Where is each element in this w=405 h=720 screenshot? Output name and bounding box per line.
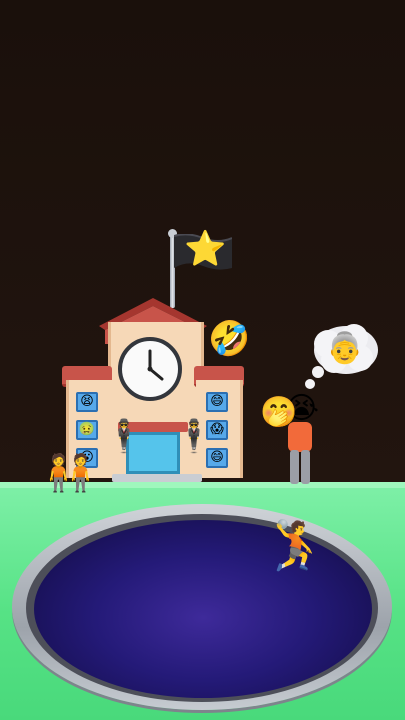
school-step bbox=[112, 474, 202, 482]
laughing-face-icon[interactable]: 🤣 bbox=[208, 322, 250, 356]
old-woman-icon: 👵 bbox=[326, 331, 364, 366]
handball-player-icon[interactable]: 🤾 bbox=[266, 518, 326, 574]
window-right-1: 😄 bbox=[206, 392, 228, 412]
person-right-icon[interactable]: 🧍 bbox=[58, 456, 103, 492]
star-icon: ⭐ bbox=[184, 229, 227, 269]
hand-over-mouth-icon[interactable]: 🤭 bbox=[260, 398, 297, 428]
guard-right-icon[interactable]: 🕴 bbox=[174, 420, 214, 452]
grinning-face-icon: 😄 bbox=[210, 394, 224, 409]
clock-icon bbox=[118, 337, 182, 401]
guard-left-icon[interactable]: 🕴 bbox=[104, 420, 144, 452]
window-left-2: 🤢 bbox=[76, 420, 98, 440]
window-left-1: 😫 bbox=[76, 392, 98, 412]
nauseated-face-icon: 🤢 bbox=[78, 422, 96, 437]
game-scene: ⭐ 😫 🤢 😮 😄 😱 😄 🕴 🕴 🤣 🧍 🧍 👵 😭 🤭 🤾 bbox=[0, 0, 405, 720]
tired-face-icon: 😫 bbox=[80, 394, 94, 409]
